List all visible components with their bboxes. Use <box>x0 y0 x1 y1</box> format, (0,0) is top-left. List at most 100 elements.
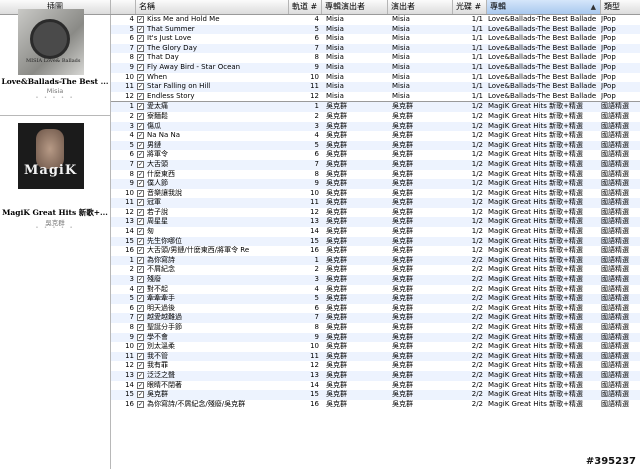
table-row[interactable]: 4 ✓ Kiss Me and Hold Me 4 Misia Misia 1/1 Love&… <box>111 15 640 25</box>
table-row[interactable]: 6 ✓ It's Just Love 6 Misia Misia 1/1 Love&Balla… <box>111 34 640 44</box>
column-header-name[interactable]: 名稱 <box>136 0 289 14</box>
table-row[interactable]: 3 ✓ 傷瓜 3 吳克群 吳克群 1/2 MagiK Great Hits 新歌+精選 國語精選 <box>111 121 640 132</box>
column-header-track[interactable]: 軌道 # <box>289 0 322 14</box>
track-checkbox[interactable]: ✓ <box>137 141 144 149</box>
table-row[interactable]: 2 ✓ 不屑紀念 2 吳克群 吳克群 2/2 MagiK Great Hits 新歌+精選 國語… <box>111 265 640 275</box>
track-checkbox[interactable]: ✓ <box>137 371 144 379</box>
track-checkbox[interactable]: ✓ <box>137 218 144 226</box>
rating-stars[interactable]: • • • • • <box>0 225 110 231</box>
table-row[interactable]: 11 ✓ Star Falling on Hill 11 Misia Misia 1/1 Lo… <box>111 82 640 92</box>
track-checkbox[interactable]: ✓ <box>137 35 144 43</box>
track-checkbox[interactable]: ✓ <box>137 83 144 91</box>
track-album-artist: 吳克群 <box>326 380 347 389</box>
track-checkbox[interactable]: ✓ <box>137 63 144 71</box>
table-row[interactable]: 13 ✓ 周星星 13 吳克群 吳克群 1/2 MagiK Great Hits 新歌+精選國… <box>111 217 640 228</box>
track-checkbox[interactable]: ✓ <box>137 208 144 216</box>
table-row[interactable]: 15 ✓ 吳克群 15 吳克群 吳克群 2/2 MagiK Great Hits 新歌+精選國… <box>111 390 640 400</box>
table-row[interactable]: 16 ✓ 為你寫詩/不屑紀念/殘廢/吳克群 16 吳克群 吳克群 2/2 MagiK Grea… <box>111 400 640 410</box>
track-number: 11 <box>310 351 319 360</box>
track-checkbox[interactable]: ✓ <box>137 266 144 274</box>
track-checkbox[interactable]: ✓ <box>137 160 144 168</box>
track-checkbox[interactable]: ✓ <box>137 276 144 284</box>
track-checkbox[interactable]: ✓ <box>137 314 144 322</box>
table-row[interactable]: 9 ✓ Fly Away Bird - Star Ocean 9 Misia Misia 1… <box>111 62 640 73</box>
track-checkbox[interactable]: ✓ <box>137 112 144 120</box>
track-checkbox[interactable]: ✓ <box>137 16 144 23</box>
track-checkbox[interactable]: ✓ <box>137 362 144 370</box>
table-row[interactable]: 12 ✓ 我有罪 12 吳克群 吳克群 2/2 MagiK Great Hits 新歌+精選國… <box>111 361 640 371</box>
table-row[interactable]: 13 ✓ 泛泛之聲 13 吳克群 吳克群 2/2 MagiK Great Hits 新歌+精選… <box>111 370 640 381</box>
track-checkbox[interactable]: ✓ <box>137 92 144 100</box>
table-row[interactable]: 14 ✓ 眼睛不閉著 14 吳克群 吳克群 2/2 MagiK Great Hits 新歌+精… <box>111 381 640 391</box>
track-checkbox[interactable]: ✓ <box>137 103 144 111</box>
track-checkbox[interactable]: ✓ <box>137 54 144 62</box>
column-header-album-artist[interactable]: 專輯演出者 <box>322 0 388 14</box>
track-checkbox[interactable]: ✓ <box>137 180 144 188</box>
column-header-index[interactable] <box>111 0 136 14</box>
table-row[interactable]: 10 ✓ 音樂讓我說 10 吳克群 吳克群 1/2 MagiK Great Hits 新歌+精… <box>111 189 640 199</box>
column-header-genre[interactable]: 類型 <box>601 0 640 14</box>
track-album: MagiK Great Hits 新歌+精選 <box>488 323 583 331</box>
track-album-artist: Misia <box>326 72 344 81</box>
table-row[interactable]: 1 ✓ 為你寫詩 1 吳克群 吳克群 2/2 MagiK Great Hits 新歌+精選 國語… <box>111 255 640 266</box>
table-row[interactable]: 8 ✓ 聖誕分手節 8 吳克群 吳克群 2/2 MagiK Great Hits 新歌+精選國… <box>111 323 640 333</box>
track-checkbox[interactable]: ✓ <box>137 25 144 33</box>
track-checkbox[interactable]: ✓ <box>137 122 144 130</box>
track-checkbox[interactable]: ✓ <box>137 247 144 255</box>
table-row[interactable]: 1 ✓ 愛太痛 1 吳克群 吳克群 1/2 MagiK Great Hits 新歌+精選 國語精… <box>111 101 640 112</box>
table-row[interactable]: 10 ✓ 別太溫柔 10 吳克群 吳克群 2/2 MagiK Great Hits 新歌+精選… <box>111 342 640 352</box>
table-row[interactable]: 15 ✓ 先生你哪位 15 吳克群 吳克群 1/2 MagiK Great Hits 新歌+精… <box>111 236 640 247</box>
table-row[interactable]: 12 ✓ Endless Story 12 Misia Misia 1/1 Love&Ball… <box>111 92 640 102</box>
table-row[interactable]: 7 ✓ 越愛越難過 7 吳克群 吳克群 2/2 MagiK Great Hits 新歌+精選國… <box>111 313 640 323</box>
track-checkbox[interactable]: ✓ <box>137 132 144 140</box>
table-row[interactable]: 14 ✓ 匆 14 吳克群 吳克群 1/2 MagiK Great Hits 新歌+精選 國語精… <box>111 227 640 237</box>
track-checkbox[interactable]: ✓ <box>137 343 144 351</box>
track-checkbox[interactable]: ✓ <box>137 295 144 303</box>
track-checkbox[interactable]: ✓ <box>137 304 144 312</box>
table-row[interactable]: 5 ✓ 牽牽牽手 5 吳克群 吳克群 2/2 MagiK Great Hits 新歌+精選 國語… <box>111 294 640 304</box>
track-checkbox[interactable]: ✓ <box>137 391 144 399</box>
album-artwork-misia[interactable]: MISIA Love& Ballads <box>18 9 84 75</box>
track-checkbox[interactable]: ✓ <box>137 400 144 408</box>
table-row[interactable]: 5 ✓ That Summer 5 Misia Misia 1/1 Love&Ballads-… <box>111 24 640 35</box>
table-row[interactable]: 4 ✓ 對不起 4 吳克群 吳克群 2/2 MagiK Great Hits 新歌+精選 國語精… <box>111 285 640 295</box>
table-row[interactable]: 7 ✓ 大舌頭 7 吳克群 吳克群 1/2 MagiK Great Hits 新歌+精選 國語精… <box>111 159 640 170</box>
track-checkbox[interactable]: ✓ <box>137 170 144 178</box>
table-row[interactable]: 6 ✓ 將軍令 6 吳克群 吳克群 1/2 MagiK Great Hits 新歌+精選 國語精… <box>111 150 640 160</box>
track-checkbox[interactable]: ✓ <box>137 333 144 341</box>
track-checkbox[interactable]: ✓ <box>137 73 144 81</box>
album-artwork-magik[interactable]: MagiK <box>18 123 84 189</box>
track-checkbox[interactable]: ✓ <box>137 228 144 236</box>
table-row[interactable]: 2 ✓ 寮麵鬆 2 吳克群 吳克群 1/2 MagiK Great Hits 新歌+精選 國語精… <box>111 112 640 122</box>
table-row[interactable]: 6 ✓ 明天過後 6 吳克群 吳克群 2/2 MagiK Great Hits 新歌+精選 國語… <box>111 304 640 314</box>
track-album: MagiK Great Hits 新歌+精選 <box>488 111 583 120</box>
track-checkbox[interactable]: ✓ <box>137 44 144 52</box>
track-checkbox[interactable]: ✓ <box>137 285 144 293</box>
track-checkbox[interactable]: ✓ <box>137 151 144 159</box>
table-row[interactable]: 11 ✓ 我不管 11 吳克群 吳克群 2/2 MagiK Great Hits 新歌+精選國… <box>111 351 640 362</box>
column-header-disc[interactable]: 光碟 # <box>453 0 487 14</box>
track-checkbox[interactable]: ✓ <box>137 189 144 197</box>
track-checkbox[interactable]: ✓ <box>137 352 144 360</box>
table-row[interactable]: 11 ✓ 冠軍 11 吳克群 吳克群 1/2 MagiK Great Hits 新歌+精選 國語… <box>111 198 640 208</box>
column-header-album[interactable]: 專輯 ▲ <box>487 0 601 14</box>
table-row[interactable]: 12 ✓ 若子說 12 吳克群 吳克群 1/2 MagiK Great Hits 新歌+精選國… <box>111 208 640 218</box>
table-row[interactable]: 8 ✓ That Day 8 Misia Misia 1/1 Love&Ballads-The… <box>111 53 640 63</box>
rating-stars[interactable]: • • • • • <box>0 95 110 101</box>
table-row[interactable]: 9 ✓ 學不會 9 吳克群 吳克群 2/2 MagiK Great Hits 新歌+精選 國語精… <box>111 332 640 343</box>
track-checkbox[interactable]: ✓ <box>137 381 144 389</box>
table-row[interactable]: 8 ✓ 什麼東西 8 吳克群 吳克群 1/2 MagiK Great Hits 新歌+精選 國語… <box>111 170 640 180</box>
track-checkbox[interactable]: ✓ <box>137 324 144 331</box>
table-row[interactable]: 3 ✓ 殘廢 3 吳克群 吳克群 2/2 MagiK Great Hits 新歌+精選 國語精選 <box>111 275 640 285</box>
table-row[interactable]: 7 ✓ The Glory Day 7 Misia Misia 1/1 Love&Ballad… <box>111 43 640 54</box>
column-header-artist[interactable]: 演出者 <box>388 0 453 14</box>
track-checkbox[interactable]: ✓ <box>137 256 144 264</box>
track-checkbox[interactable]: ✓ <box>137 199 144 207</box>
table-row[interactable]: 10 ✓ When 10 Misia Misia 1/1 Love&Ballads-The B… <box>111 73 640 83</box>
track-name: It's Just Love <box>147 34 192 43</box>
table-row[interactable]: 4 ✓ Na Na Na 4 吳克群 吳克群 1/2 MagiK Great Hits 新歌+… <box>111 131 640 141</box>
table-row[interactable]: 5 ✓ 男鏈 5 吳克群 吳克群 1/2 MagiK Great Hits 新歌+精選 國語精選 <box>111 140 640 151</box>
track-checkbox[interactable]: ✓ <box>137 237 144 245</box>
table-row[interactable]: 9 ✓ 僕人節 9 吳克群 吳克群 1/2 MagiK Great Hits 新歌+精選 國語精… <box>111 179 640 189</box>
table-row[interactable]: 16 ✓ 大舌頭/男鏈/什麼東西/將軍令 Re 16 吳克群 吳克群 1/2 MagiK Gr… <box>111 246 640 256</box>
